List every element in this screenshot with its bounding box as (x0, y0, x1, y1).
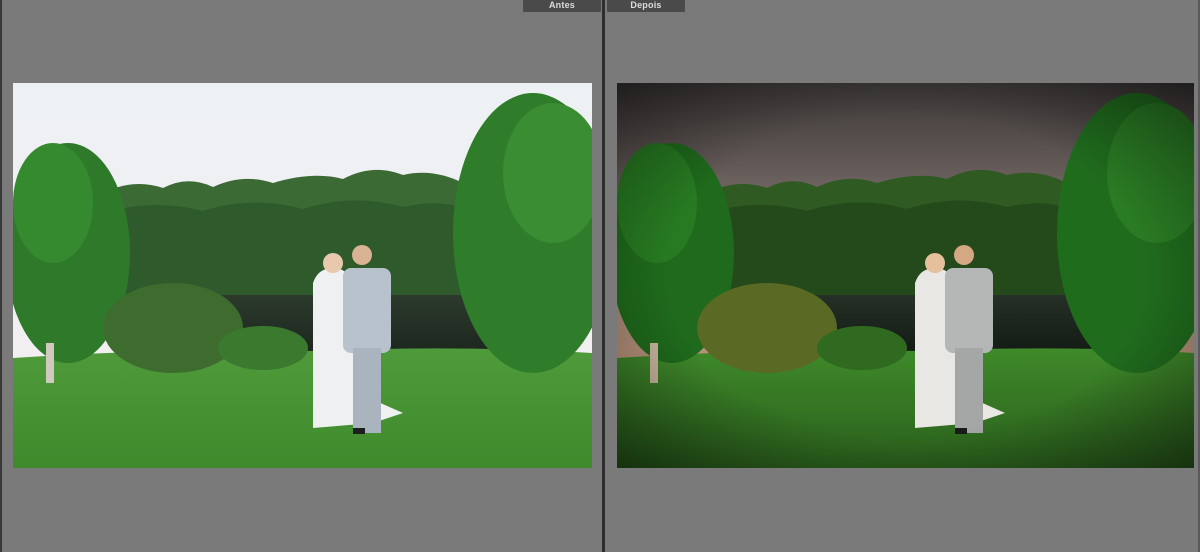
after-photo (617, 83, 1194, 468)
after-photo-image (617, 83, 1194, 468)
before-photo-image (13, 83, 592, 468)
compare-divider[interactable] (602, 0, 605, 552)
before-label: Antes (523, 0, 601, 12)
after-label: Depois (607, 0, 685, 12)
left-panel-edge (0, 0, 2, 552)
before-after-compare-view: Antes Depois (0, 0, 1200, 552)
before-photo (13, 83, 592, 468)
